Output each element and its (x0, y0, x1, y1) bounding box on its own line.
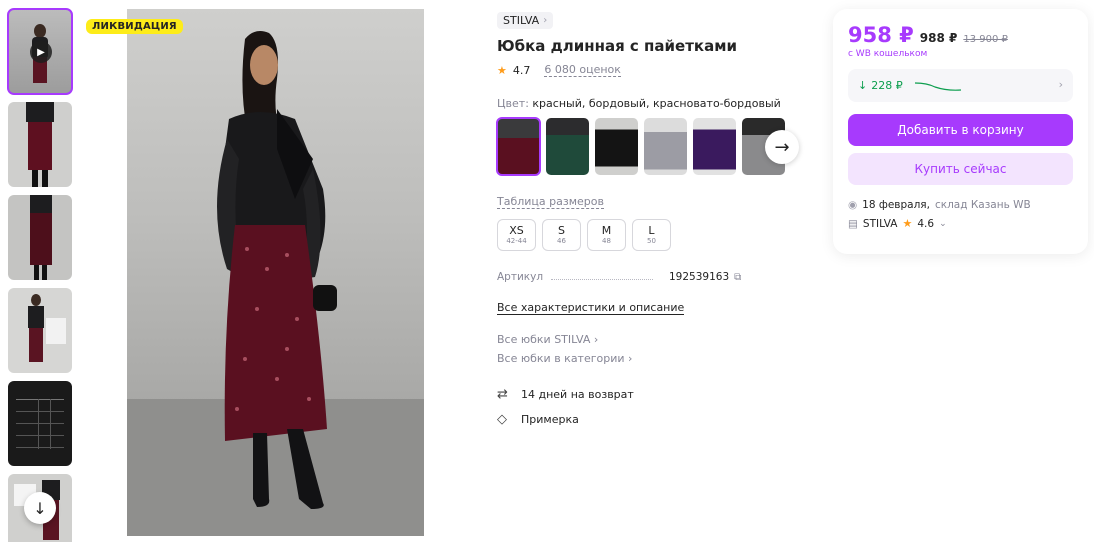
article-value: 192539163 (669, 271, 730, 283)
category-link[interactable]: Все юбки в категории › (497, 352, 797, 365)
color-swatch[interactable] (644, 118, 687, 175)
thumbnail-image (28, 294, 66, 362)
regular-price: 988 ₽ (919, 31, 958, 45)
seller-name: STILVA (862, 217, 898, 230)
fitting-info: ◇ Примерка (497, 412, 797, 427)
brand-name: STILVA (503, 14, 540, 27)
chevron-right-icon: › (1058, 78, 1063, 91)
star-icon: ★ (902, 217, 913, 230)
thumbnail-photo[interactable] (8, 195, 72, 280)
price-drop-value: 228 ₽ (871, 79, 903, 92)
size-options: XS 42-44 S 46 M 48 L 50 (497, 219, 797, 251)
returns-text: 14 дней на возврат (521, 388, 634, 401)
main-product-image[interactable] (127, 9, 424, 536)
color-swatch[interactable] (595, 118, 638, 175)
color-value: красный, бордовый, красновато-бордовый (532, 97, 781, 110)
arrow-down-icon: ↓ (33, 498, 47, 518)
chevron-down-icon: ⌄ (939, 218, 947, 229)
size-name: M (601, 224, 612, 237)
size-ru: 42-44 (506, 237, 527, 245)
copy-icon[interactable]: ⧉ (734, 272, 741, 283)
box-icon: ◉ (848, 199, 858, 211)
sale-badge: ЛИКВИДАЦИЯ (86, 19, 183, 34)
thumbnail-size-chart[interactable] (8, 381, 72, 466)
return-arrows-icon: ⇄ (497, 387, 508, 402)
wallet-price: 958 ₽ (848, 23, 914, 47)
brand-category-label: Все юбки STILVA (497, 333, 591, 346)
returns-info: ⇄ 14 дней на возврат (497, 387, 797, 402)
thumbnail-image (16, 399, 64, 449)
buy-now-button[interactable]: Купить сейчас (848, 153, 1073, 185)
size-ru: 50 (647, 237, 656, 245)
swatches-next-button[interactable]: → (765, 130, 799, 164)
category-label: Все юбки в категории (497, 352, 625, 365)
product-page: ▶ ↓ ЛИКВИДАЦИЯ STILVA › Юбка длинная с п… (0, 0, 1094, 542)
related-links: Все юбки STILVA › Все юбки в категории › (497, 333, 797, 365)
arrow-down-icon: ↓ (858, 79, 868, 92)
product-title: Юбка длинная с пайетками (497, 37, 737, 55)
color-row: Цвет: красный, бордовый, красновато-борд… (497, 97, 797, 110)
thumbnail-list: ▶ (7, 8, 73, 542)
thumbnail-image (26, 102, 54, 187)
price-history-button[interactable]: ↓ 228 ₽ › (848, 69, 1073, 102)
model-photo-illustration (127, 31, 424, 536)
thumbnails-scroll-down-button[interactable]: ↓ (24, 492, 56, 524)
star-icon: ★ (497, 63, 507, 77)
shop-icon: ▤ (848, 217, 858, 230)
warehouse-name: склад Казань WB (934, 199, 1031, 211)
color-swatch[interactable] (546, 118, 589, 175)
size-table-link[interactable]: Таблица размеров (497, 195, 604, 209)
size-name: XS (509, 224, 524, 237)
arrow-right-icon: → (774, 136, 790, 158)
thumbnail-image (30, 195, 52, 280)
old-price: 13 900 ₽ (963, 34, 1008, 45)
color-swatches: → (496, 117, 799, 176)
size-ru: 48 (602, 237, 611, 245)
size-name: S (558, 224, 565, 237)
size-name: L (648, 224, 655, 237)
tag-icon: ◇ (497, 412, 507, 427)
add-to-cart-button[interactable]: Добавить в корзину (848, 114, 1073, 146)
thumbnail-video[interactable]: ▶ (7, 8, 73, 95)
seller-rating: 4.6 (917, 217, 935, 230)
chevron-right-icon: › (593, 333, 599, 346)
rating-row: ★ 4.7 6 080 оценок (497, 63, 797, 77)
price-trend-sparkline (914, 81, 961, 91)
chevron-right-icon: › (543, 15, 548, 26)
brand-category-link[interactable]: Все юбки STILVA › (497, 333, 797, 346)
rating-value: 4.7 (512, 63, 531, 77)
color-label: Цвет: (497, 97, 529, 110)
seller-info[interactable]: ▤ STILVA ★ 4.6 ⌄ (848, 217, 1073, 230)
size-option-xs[interactable]: XS 42-44 (497, 219, 536, 251)
chevron-right-icon: › (628, 352, 633, 365)
brand-link[interactable]: STILVA › (497, 12, 554, 29)
size-ru: 46 (557, 237, 566, 245)
color-swatch[interactable] (496, 117, 541, 176)
size-option-s[interactable]: S 46 (542, 219, 581, 251)
delivery-date: 18 февраля, (862, 199, 930, 211)
color-swatch[interactable] (693, 118, 736, 175)
delivery-info: ◉ 18 февраля, склад Казань WB (848, 199, 1073, 211)
article-row: Артикул 192539163 ⧉ (497, 271, 797, 283)
article-label: Артикул (497, 271, 544, 283)
dotted-leader (551, 274, 653, 280)
wallet-note: с WB кошельком (848, 49, 928, 59)
size-option-l[interactable]: L 50 (632, 219, 671, 251)
price-row: 958 ₽ 988 ₽ 13 900 ₽ (848, 23, 1073, 47)
fitting-text: Примерка (521, 413, 579, 426)
product-info: STILVA › Юбка длинная с пайетками ★ 4.7 … (496, 9, 799, 427)
thumbnail-photo[interactable] (8, 288, 72, 373)
play-icon: ▶ (30, 41, 52, 63)
thumbnail-photo[interactable] (8, 102, 72, 187)
buy-card: 958 ₽ 988 ₽ 13 900 ₽ с WB кошельком ↓ 22… (833, 9, 1088, 254)
all-specs-link[interactable]: Все характеристики и описание (497, 301, 685, 315)
reviews-link[interactable]: 6 080 оценок (544, 63, 621, 77)
size-option-m[interactable]: M 48 (587, 219, 626, 251)
